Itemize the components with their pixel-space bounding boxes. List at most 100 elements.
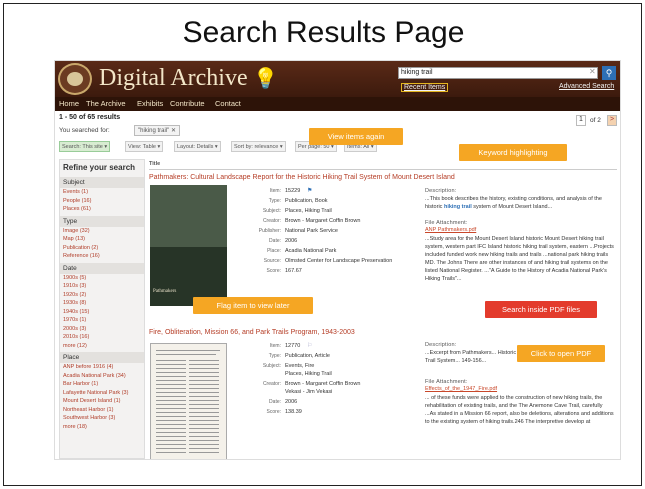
text-line xyxy=(156,380,186,381)
facet-item[interactable]: Publication (2) xyxy=(60,244,144,253)
main-nav: Home The Archive Exhibits Contribute Con… xyxy=(55,97,620,111)
flag-icon[interactable]: ⚐ xyxy=(307,342,312,349)
slide-title: Search Results Page xyxy=(182,16,465,49)
meta-value: 2006 xyxy=(285,399,298,405)
file-attachment-label: File Attachment: xyxy=(425,220,468,226)
slide: Search Results Page Digital Archive 💡 hi… xyxy=(3,3,642,486)
meta-value: Acadia National Park xyxy=(285,248,337,254)
facet-item[interactable]: Mount Desert Island (1) xyxy=(60,397,144,406)
page-current[interactable]: 1 xyxy=(576,115,586,126)
meta-label: Creator: xyxy=(262,381,281,387)
facet-item[interactable]: Image (32) xyxy=(60,227,144,236)
thumbnail-caption: Pathmakers xyxy=(153,289,177,294)
clear-search-icon[interactable]: ✕ xyxy=(589,67,596,76)
thumbnail-photo xyxy=(150,185,227,247)
facet-subject[interactable]: Subject xyxy=(60,177,144,188)
text-line xyxy=(189,428,219,429)
screenshot-area: Digital Archive 💡 hiking trail ✕ ⚲ Recen… xyxy=(54,60,621,460)
text-line xyxy=(189,424,219,425)
meta-label: Publisher: xyxy=(258,228,281,234)
facet-item[interactable]: 1930s (8) xyxy=(60,299,144,308)
text-line xyxy=(189,408,219,409)
facet-item[interactable]: Map (13) xyxy=(60,235,144,244)
facet-item[interactable]: Northeast Harbor (1) xyxy=(60,406,144,415)
search-scope-select[interactable]: Search: This site ▾ xyxy=(59,141,111,152)
pdf-attachment-link[interactable]: ANP Pathmakers.pdf xyxy=(425,227,476,233)
nav-exhibits[interactable]: Exhibits xyxy=(137,99,163,108)
facet-item[interactable]: Southwest Harbor (3) xyxy=(60,414,144,423)
facet-item[interactable]: 2010s (16) xyxy=(60,333,144,342)
callout-flag: Flag item to view later xyxy=(193,297,313,314)
text-line xyxy=(156,440,186,441)
callout-view-again: View items again xyxy=(309,128,403,145)
facet-item[interactable]: 1970s (1) xyxy=(60,316,144,325)
meta-label: Source: xyxy=(263,258,281,264)
sort-select[interactable]: Sort by: relevance ▾ xyxy=(231,141,286,152)
layout-select[interactable]: Layout: Details ▾ xyxy=(174,141,221,152)
facet-item[interactable]: Acadia National Park (34) xyxy=(60,372,144,381)
query-chip[interactable]: "hiking trail" ✕ xyxy=(134,125,180,136)
next-page-button[interactable]: > xyxy=(607,115,617,126)
nav-the-archive[interactable]: The Archive xyxy=(86,99,126,108)
callout-open-pdf: Click to open PDF xyxy=(517,345,605,362)
meta-label: Type: xyxy=(268,198,281,204)
refine-sidebar: Refine your search Subject Events (1) Pe… xyxy=(59,159,145,459)
nav-contact[interactable]: Contact xyxy=(215,99,241,108)
result-thumbnail[interactable]: Pathmakers xyxy=(150,185,227,306)
facet-item[interactable]: Reference (16) xyxy=(60,252,144,261)
meta-label: Score: xyxy=(266,268,281,274)
meta-label: Place: xyxy=(267,248,281,254)
text-line xyxy=(156,354,216,355)
meta-label: Item: xyxy=(269,188,281,194)
facet-item[interactable]: 1940s (15) xyxy=(60,308,144,317)
facet-item[interactable]: 1900s (5) xyxy=(60,274,144,283)
nav-contribute[interactable]: Contribute xyxy=(170,99,205,108)
facet-item[interactable]: Events (1) xyxy=(60,188,144,197)
meta-value: National Park Service xyxy=(285,228,338,234)
facet-place[interactable]: Place xyxy=(60,352,144,363)
meta-value: Olmsted Center for Landscape Preservatio… xyxy=(285,258,393,264)
meta-label: Creator: xyxy=(262,218,281,224)
facet-type[interactable]: Type xyxy=(60,215,144,227)
column-header-title[interactable]: Title xyxy=(149,161,160,167)
search-input[interactable]: hiking trail xyxy=(398,67,598,79)
recent-items-link[interactable]: Recent Items xyxy=(401,83,449,92)
desc-text: system of Mount Desert Island... xyxy=(471,204,553,210)
facet-item[interactable]: 1920s (2) xyxy=(60,291,144,300)
seal-emblem xyxy=(67,72,83,86)
facet-item[interactable]: Places (61) xyxy=(60,205,144,214)
advanced-search-link[interactable]: Advanced Search xyxy=(559,83,614,90)
facet-date[interactable]: Date xyxy=(60,262,144,274)
meta-value: 12770 xyxy=(285,343,301,349)
facet-item[interactable]: ANP before 1916 (4) xyxy=(60,363,144,372)
facet-item[interactable]: Lafayette National Park (3) xyxy=(60,389,144,398)
description-text: ...This book describes the history, exis… xyxy=(425,195,615,211)
text-line xyxy=(156,350,220,351)
text-line xyxy=(189,364,219,365)
flag-icon[interactable]: ⚑ xyxy=(307,187,312,194)
text-line xyxy=(156,360,186,361)
view-select[interactable]: View: Table ▾ xyxy=(125,141,164,152)
facet-item[interactable]: more (18) xyxy=(60,423,144,432)
result-title-link[interactable]: Fire, Obliteration, Mission 66, and Park… xyxy=(149,329,355,336)
facet-item[interactable]: 2000s (3) xyxy=(60,325,144,334)
result-thumbnail[interactable] xyxy=(150,343,227,459)
text-line xyxy=(189,376,219,377)
search-button[interactable]: ⚲ xyxy=(602,66,616,80)
nav-home[interactable]: Home xyxy=(59,99,79,108)
pdf-attachment-link[interactable]: Effects_of_the_1947_Fire.pdf xyxy=(425,386,497,392)
result-title-link[interactable]: Pathmakers: Cultural Landscape Report fo… xyxy=(149,174,455,181)
meta-value: Events, Fire xyxy=(285,363,315,369)
facet-item[interactable]: 1910s (3) xyxy=(60,282,144,291)
page-of: of 2 xyxy=(590,117,601,124)
seal-logo[interactable] xyxy=(58,63,92,95)
refine-title: Refine your search xyxy=(63,163,136,172)
text-line xyxy=(156,420,186,421)
facet-item[interactable]: People (16) xyxy=(60,197,144,206)
facet-item[interactable]: more (12) xyxy=(60,342,144,351)
site-name[interactable]: Digital Archive xyxy=(99,65,248,92)
meta-value: Brown - Margaret Coffin Brown xyxy=(285,218,361,224)
file-attachment-label: File Attachment: xyxy=(425,379,468,385)
facet-item[interactable]: Bar Harbor (1) xyxy=(60,380,144,389)
text-line xyxy=(156,388,186,389)
